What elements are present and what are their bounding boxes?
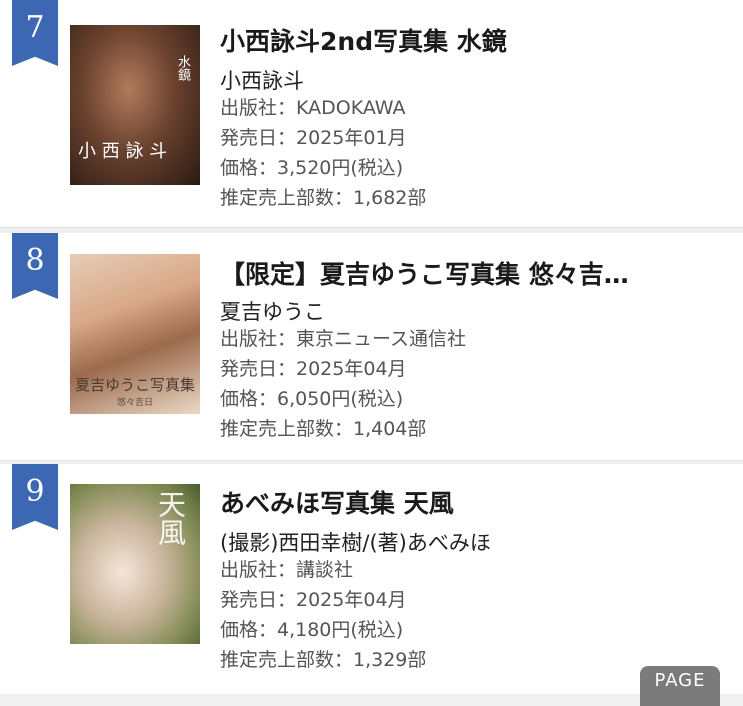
book-author[interactable]: 夏吉ゆうこ [220,296,325,326]
sales-estimate-text: 推定売上部数：1,682部 [220,187,427,209]
book-cover-image[interactable]: 天風 [70,484,200,644]
price-text: 価格：4,180円(税込) [220,619,404,641]
publisher-text: 出版社：KADOKAWA [220,97,406,119]
sales-estimate-text: 推定売上部数：1,329部 [220,649,427,671]
rank-badge: 9 [12,464,58,530]
publisher-text: 出版社：講談社 [220,559,354,581]
cover-title-text: 夏吉ゆうこ写真集 [74,376,195,394]
book-cover-image[interactable]: 水鏡 小 西 詠 斗 [70,25,200,185]
book-meta: 出版社：KADOKAWA 発売日：2025年01月 価格：3,520円(税込) … [220,93,426,213]
price-text: 価格：3,520円(税込) [220,157,404,179]
book-cover-image[interactable]: 夏吉ゆうこ写真集 悠々吉日 [70,254,200,414]
publisher-text: 出版社：東京ニュース通信社 [220,328,467,350]
book-author[interactable]: (撮影)西田幸樹/(著)あべみほ [220,527,491,557]
price-text: 価格：6,050円(税込) [220,388,404,410]
list-item[interactable]: 8 夏吉ゆうこ写真集 悠々吉日 【限定】夏吉ゆうこ写真集 悠々吉… 夏吉ゆうこ … [0,233,743,461]
book-meta: 出版社：東京ニュース通信社 発売日：2025年04月 価格：6,050円(税込)… [220,324,466,444]
rank-badge: 8 [12,233,58,299]
book-title[interactable]: あべみほ写真集 天風 [220,484,729,520]
cover-title-text: 天風 [154,490,187,546]
cover-subtitle-text: 悠々吉日 [116,398,153,408]
page-button[interactable]: PAGE [640,666,720,706]
cover-name-text: 小 西 詠 斗 [78,141,168,162]
cover-side-text: 水鏡 [175,55,190,81]
list-item[interactable]: 7 水鏡 小 西 詠 斗 小西詠斗2nd写真集 水鏡 小西詠斗 出版社：KADO… [0,0,743,228]
release-date-text: 発売日：2025年04月 [220,358,407,380]
book-title[interactable]: 【限定】夏吉ゆうこ写真集 悠々吉… [220,255,729,291]
sales-estimate-text: 推定売上部数：1,404部 [220,418,427,440]
rank-badge: 7 [12,0,58,66]
list-item[interactable]: 9 天風 あべみほ写真集 天風 (撮影)西田幸樹/(著)あべみほ 出版社：講談社… [0,464,743,694]
book-author[interactable]: 小西詠斗 [220,65,304,95]
release-date-text: 発売日：2025年04月 [220,589,407,611]
release-date-text: 発売日：2025年01月 [220,127,407,149]
book-meta: 出版社：講談社 発売日：2025年04月 価格：4,180円(税込) 推定売上部… [220,555,426,675]
book-title[interactable]: 小西詠斗2nd写真集 水鏡 [220,22,729,58]
